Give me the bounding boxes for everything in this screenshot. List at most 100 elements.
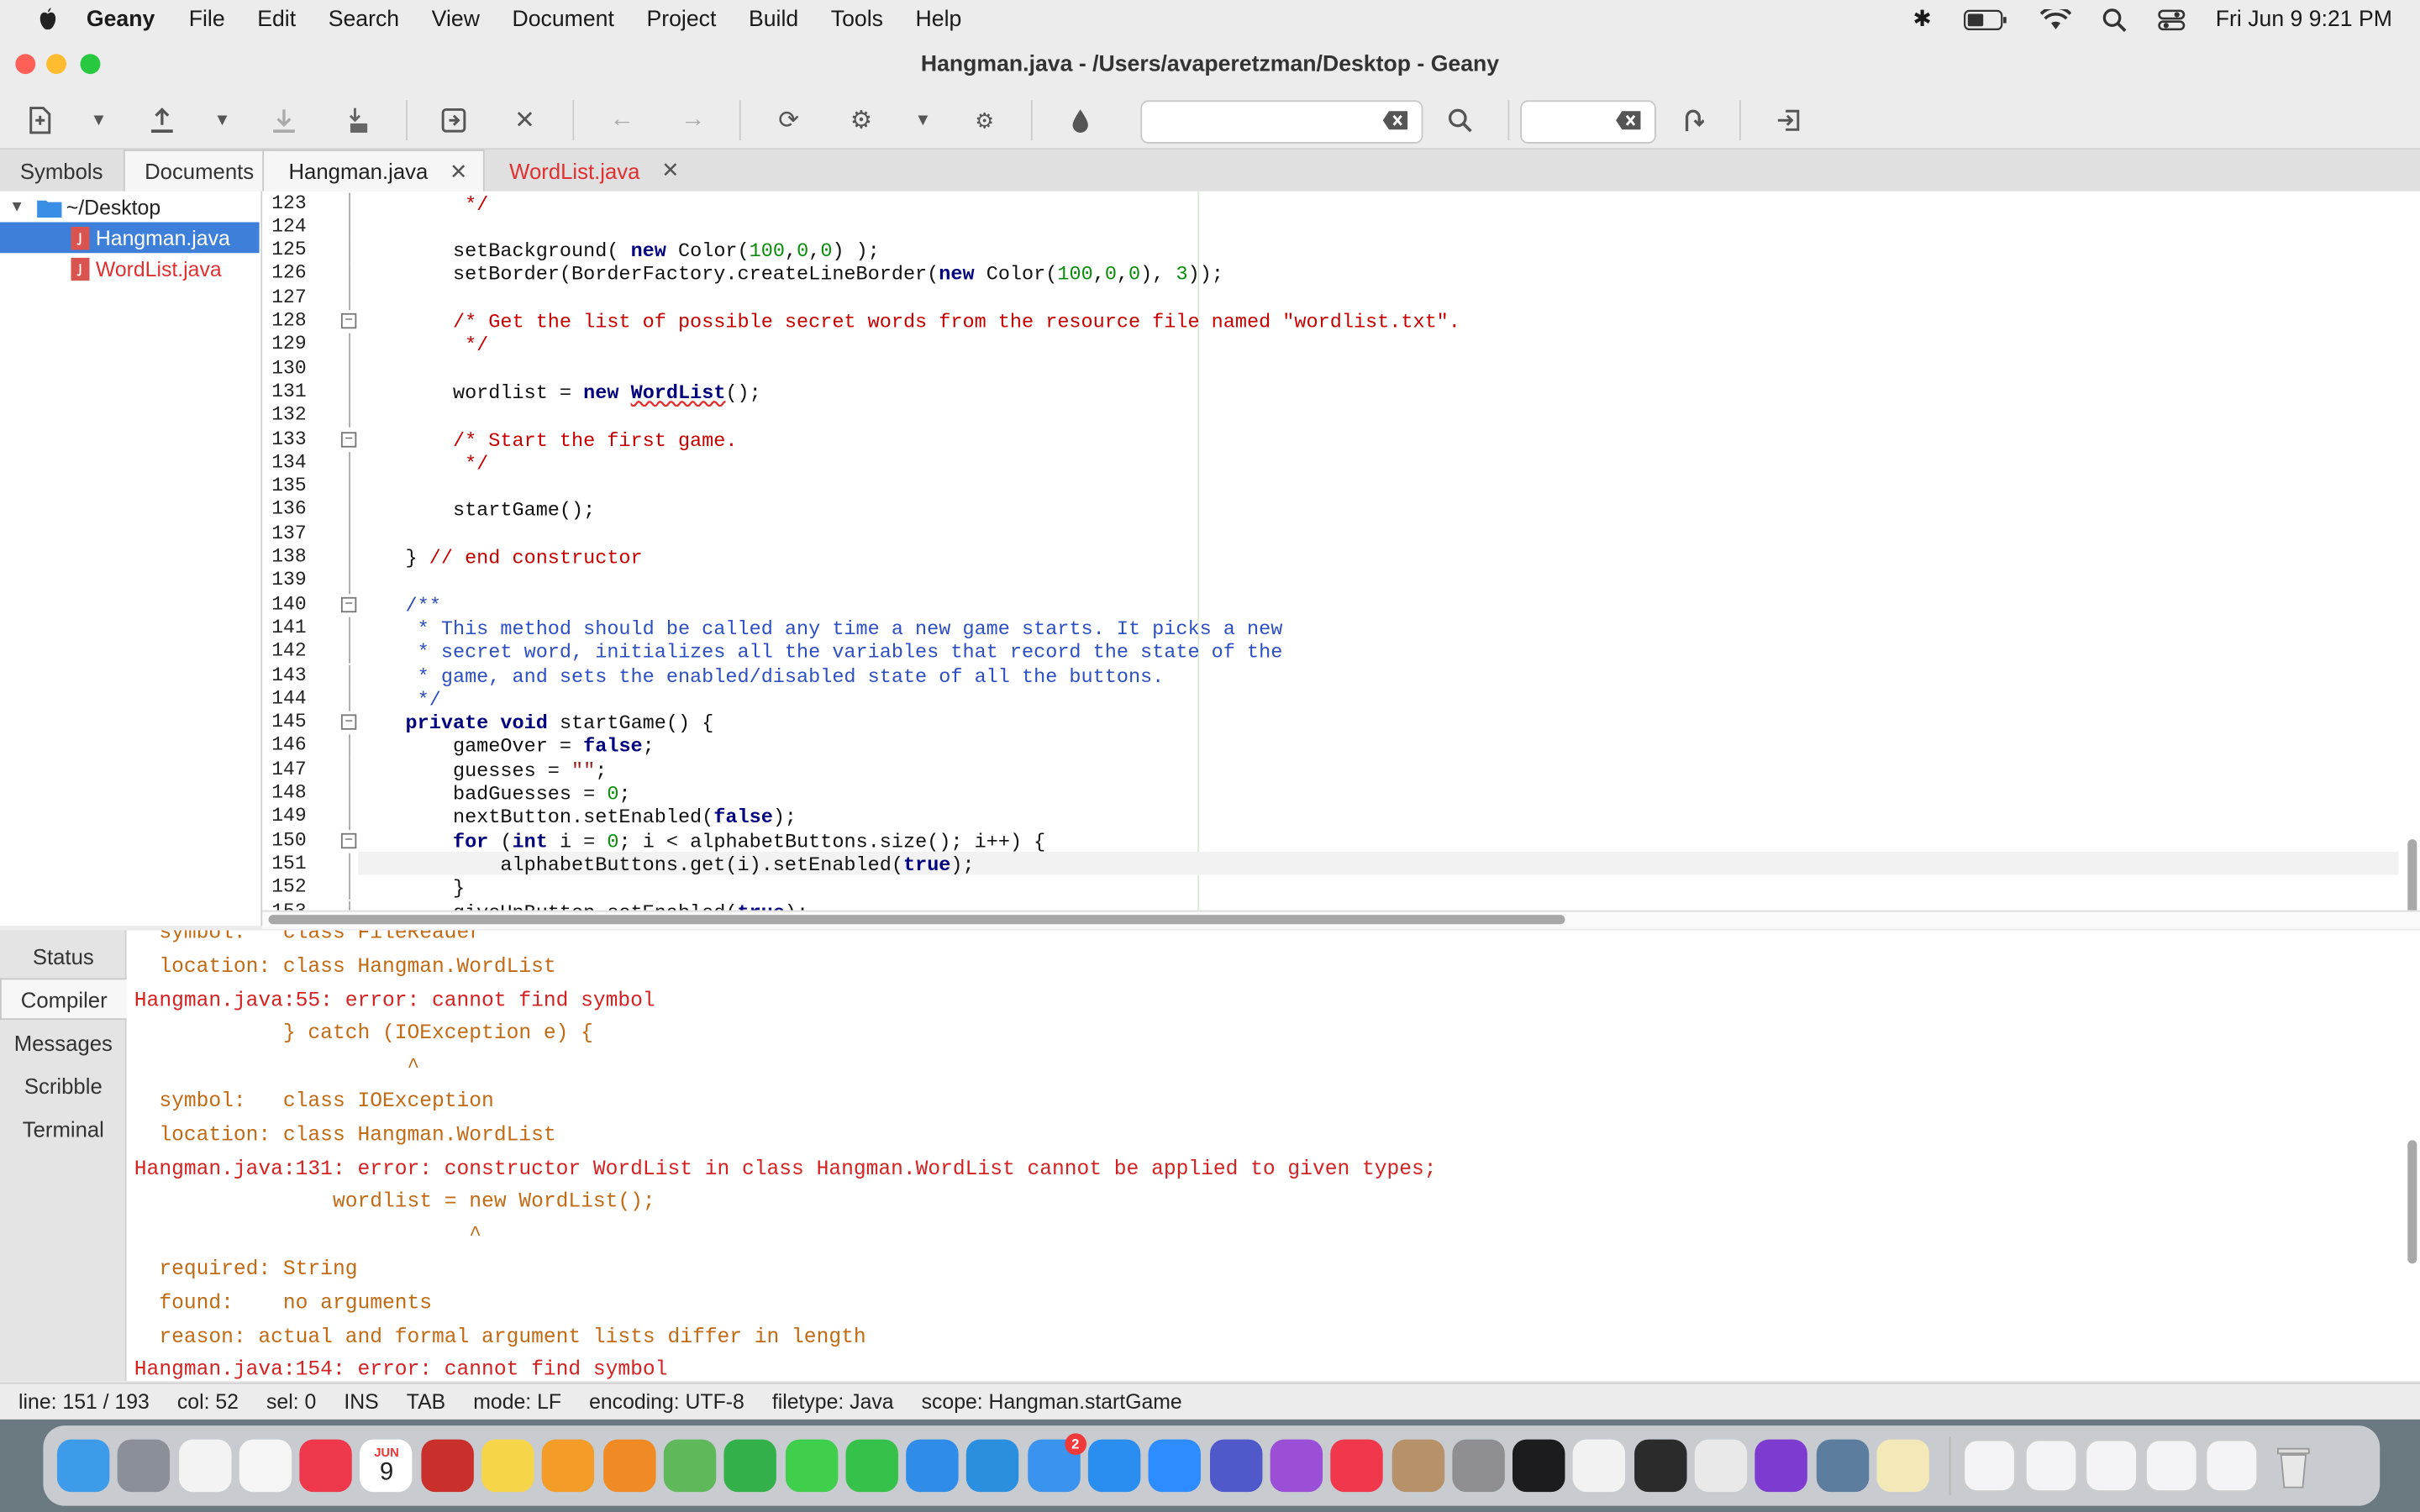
tree-folder-desktop[interactable]: ▼ ~/Desktop: [0, 192, 260, 223]
geany-icon[interactable]: [1876, 1439, 1929, 1493]
compiler-detail-line[interactable]: location: class Hangman.WordList: [134, 1120, 555, 1153]
compile-gear-icon[interactable]: ⚙: [843, 102, 880, 139]
goto-line-input[interactable]: [1520, 100, 1656, 144]
keynote-icon[interactable]: [966, 1439, 1020, 1493]
code-line[interactable]: /* Get the list of possible secret words…: [358, 310, 1460, 333]
tab-compiler[interactable]: Compiler: [0, 978, 127, 1021]
code-line[interactable]: wordlist = new WordList();: [358, 381, 761, 404]
execute-gears-icon[interactable]: ⚙: [966, 102, 1003, 139]
code-line[interactable]: */: [358, 192, 488, 216]
code-editor[interactable]: 123 124 125 126 127 128 129 130 131 132 133 134 135 1…: [262, 191, 2420, 911]
trash-icon[interactable]: [2267, 1440, 2319, 1492]
fold-margin[interactable]: − − − − −: [336, 191, 359, 911]
new-from-template-dropdown-icon[interactable]: ▼: [81, 102, 118, 139]
code-line[interactable]: */: [358, 333, 488, 357]
preview-icon[interactable]: [1816, 1439, 1869, 1493]
quit-icon[interactable]: [1770, 102, 1807, 139]
tab-wordlist-java[interactable]: WordList.java ✕: [485, 150, 695, 192]
tab-hangman-java[interactable]: Hangman.java ✕: [262, 150, 485, 192]
compiler-detail-line[interactable]: ^: [134, 1221, 481, 1254]
recent-window-thumbnail[interactable]: [2023, 1439, 2077, 1493]
menu-help[interactable]: Help: [916, 7, 962, 31]
compiler-detail-line[interactable]: ^: [134, 1053, 419, 1086]
minimize-window-button[interactable]: [46, 54, 66, 75]
fold-toggle-icon[interactable]: −: [340, 312, 357, 329]
code-line[interactable]: giveUpButton.setEnabled(true);: [358, 900, 808, 911]
close-tab-icon[interactable]: ✕: [661, 157, 680, 183]
photos-icon[interactable]: [178, 1439, 231, 1493]
build-dropdown-icon[interactable]: ▼: [904, 102, 941, 139]
zoom-icon[interactable]: [1149, 1439, 1202, 1493]
system-preferences-icon[interactable]: [1452, 1439, 1505, 1493]
code-line[interactable]: }: [358, 877, 465, 900]
notes-icon[interactable]: [481, 1439, 534, 1493]
safari-icon[interactable]: [906, 1439, 959, 1493]
revert-icon[interactable]: [435, 102, 472, 139]
navigate-back-icon[interactable]: ←: [603, 102, 640, 139]
tab-terminal[interactable]: Terminal: [0, 1108, 127, 1150]
fold-toggle-icon[interactable]: −: [340, 596, 357, 612]
menu-view[interactable]: View: [432, 7, 480, 31]
menu-file[interactable]: File: [189, 7, 225, 31]
scroll-thumb[interactable]: [268, 915, 1565, 925]
recent-window-thumbnail[interactable]: [2206, 1439, 2259, 1493]
tab-documents[interactable]: Documents: [123, 150, 276, 192]
tab-status[interactable]: Status: [0, 935, 127, 977]
textedit-icon[interactable]: [1573, 1439, 1626, 1493]
reminders-icon[interactable]: [239, 1439, 292, 1493]
close-file-icon[interactable]: ✕: [506, 102, 543, 139]
code-line[interactable]: guesses = "";: [358, 759, 607, 782]
terminal-icon[interactable]: [1634, 1439, 1687, 1493]
wifi-icon[interactable]: [2039, 8, 2071, 30]
tree-file-hangman[interactable]: Hangman.java: [0, 222, 260, 254]
maps-icon[interactable]: [663, 1439, 717, 1493]
menu-document[interactable]: Document: [513, 7, 614, 31]
save-all-icon[interactable]: [339, 102, 376, 139]
editor-horizontal-scrollbar[interactable]: [262, 910, 2420, 929]
code-line[interactable]: nextButton.setEnabled(false);: [358, 806, 797, 829]
podcasts-icon[interactable]: [1270, 1439, 1323, 1493]
books-icon[interactable]: [602, 1439, 656, 1493]
code-line[interactable]: setBorder(BorderFactory.createLineBorder…: [358, 263, 1223, 286]
code-line[interactable]: /**: [358, 593, 441, 617]
code-line[interactable]: private void startGame() {: [358, 711, 714, 735]
tab-messages[interactable]: Messages: [0, 1021, 127, 1063]
code-line[interactable]: badGuesses = 0;: [358, 782, 631, 806]
compiler-error-line[interactable]: Hangman.java:131: error: constructor Wor…: [134, 1153, 1437, 1187]
compiler-detail-line[interactable]: } catch (IOException e) {: [134, 1019, 593, 1053]
code-line[interactable]: /* Start the first game.: [358, 428, 738, 452]
new-file-icon[interactable]: [22, 102, 59, 139]
code-line[interactable]: */: [358, 688, 441, 711]
compiler-error-line[interactable]: Hangman.java:154: error: cannot find sym…: [134, 1355, 668, 1381]
code-line[interactable]: * This method should be called any time …: [358, 617, 1283, 640]
menu-tools[interactable]: Tools: [831, 7, 883, 31]
reload-icon[interactable]: ⟳: [771, 102, 808, 139]
search-icon[interactable]: [1442, 102, 1479, 139]
navigate-forward-icon[interactable]: →: [675, 102, 712, 139]
recent-window-thumbnail[interactable]: [2085, 1439, 2138, 1493]
compiler-detail-line[interactable]: required: String: [134, 1254, 357, 1288]
news-icon[interactable]: [299, 1439, 353, 1493]
code-line[interactable]: startGame();: [358, 499, 595, 522]
code-line[interactable]: * secret word, initializes all the varia…: [358, 641, 1283, 664]
open-recent-dropdown-icon[interactable]: ▼: [203, 102, 240, 139]
code-line[interactable]: for (int i = 0; i < alphabetButtons.size…: [358, 829, 1045, 853]
apple-logo-icon[interactable]: [31, 7, 65, 31]
color-chooser-drop-icon[interactable]: [1062, 102, 1099, 139]
close-window-button[interactable]: [15, 54, 36, 75]
menu-build[interactable]: Build: [749, 7, 798, 31]
search-input[interactable]: [1140, 100, 1423, 144]
github-desktop-icon[interactable]: [1754, 1439, 1808, 1493]
compiler-output[interactable]: symbol: class FileReader location: class…: [126, 930, 2420, 1381]
code-line[interactable]: */: [358, 452, 488, 475]
app-store-icon[interactable]: [1087, 1439, 1141, 1493]
contacts-icon[interactable]: [1391, 1439, 1444, 1493]
code-line[interactable]: alphabetButtons.get(i).setEnabled(true);: [358, 853, 974, 877]
compiler-detail-line[interactable]: found: no arguments: [134, 1288, 432, 1321]
code-area[interactable]: */ setBackground( new Color(100,0,0) ); …: [358, 191, 2420, 911]
code-line[interactable]: gameOver = false;: [358, 735, 655, 759]
app-menu[interactable]: Geany: [87, 7, 155, 31]
recent-window-thumbnail[interactable]: [2145, 1439, 2198, 1493]
jump-to-line-icon[interactable]: [1675, 102, 1712, 139]
clear-search-icon[interactable]: [1381, 109, 1409, 139]
